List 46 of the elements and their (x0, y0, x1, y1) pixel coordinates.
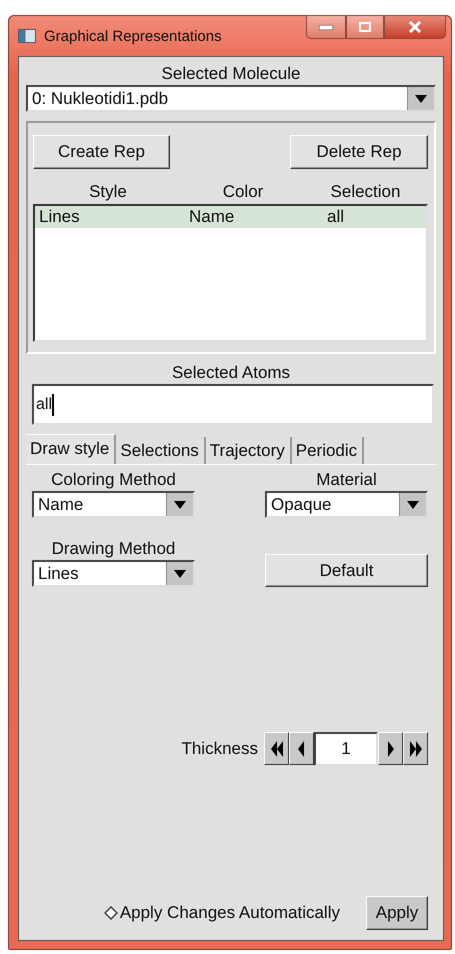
dropdown[interactable]: 0: Nukleotidi1.pdb (26, 85, 436, 112)
step-button[interactable] (403, 732, 428, 765)
rep-button[interactable]: Delete Rep (290, 135, 428, 169)
column-header: Style (88, 181, 128, 203)
dropdown-arrow-icon (174, 570, 186, 578)
table-cell-text: all (327, 207, 346, 227)
double-right-arrow-icon (410, 740, 422, 756)
step-button[interactable] (264, 732, 289, 765)
dropdown[interactable]: Name (32, 491, 195, 518)
step-button[interactable] (289, 732, 314, 765)
dropdown-arrow-icon (415, 94, 427, 102)
rep-button[interactable]: Create Rep (33, 135, 170, 169)
left-arrow-icon (298, 740, 305, 756)
minimize-icon (319, 24, 333, 30)
maximize-button[interactable] (346, 15, 384, 39)
window-title: Graphical Representations (44, 28, 222, 44)
section-label: Selected Molecule (162, 64, 300, 83)
atoms-input-field[interactable]: all (32, 384, 434, 425)
apply-button[interactable]: Apply (366, 896, 428, 930)
app-icon (18, 29, 36, 43)
close-button[interactable] (384, 15, 446, 39)
close-icon (408, 21, 422, 33)
thickness-field[interactable]: 1 (314, 732, 378, 766)
table-cell-text: Name (189, 207, 236, 227)
step-button[interactable] (378, 732, 403, 765)
field-label: Material (316, 470, 377, 489)
tab[interactable]: Draw style (26, 434, 116, 464)
section-label: Selected Atoms (172, 363, 290, 382)
minimize-button[interactable] (306, 15, 346, 39)
maximize-icon (359, 22, 371, 32)
table-cell-text: Lines (39, 207, 81, 227)
field-label: Drawing Method (52, 539, 176, 558)
radio-label: Apply Changes Automatically (120, 903, 340, 923)
field-label: Coloring Method (51, 470, 176, 489)
right-arrow-icon (387, 740, 394, 756)
column-header: Selection (330, 181, 402, 203)
default-button[interactable]: Default (265, 554, 428, 587)
dropdown-arrow-icon (174, 500, 186, 508)
double-left-arrow-icon (270, 740, 282, 756)
thickness-label: Thickness (181, 739, 258, 759)
dropdown[interactable]: Opaque (265, 491, 428, 518)
list-row[interactable]: Lines Name all (35, 206, 426, 228)
dropdown-arrow-icon (407, 500, 419, 508)
dropdown[interactable]: Lines (32, 560, 195, 587)
column-header: Color (222, 181, 264, 203)
radio-button[interactable] (104, 906, 118, 920)
